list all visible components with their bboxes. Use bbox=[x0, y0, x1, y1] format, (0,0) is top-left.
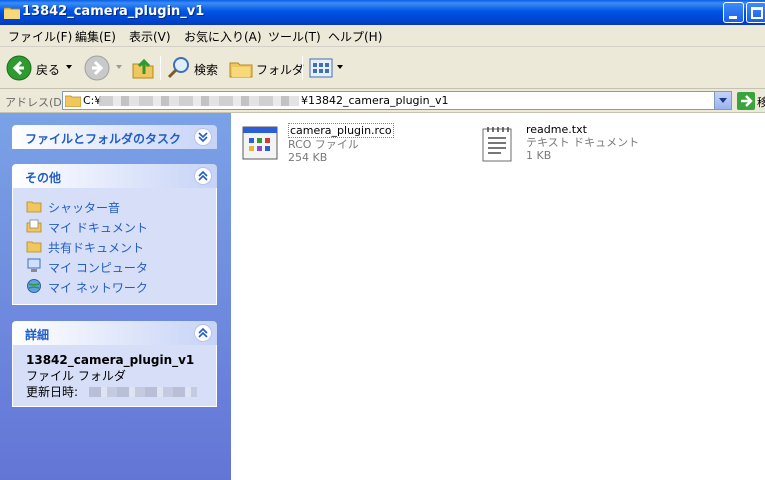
views-button[interactable] bbox=[308, 54, 344, 82]
menu-favorites[interactable]: お気に入り(A) bbox=[184, 28, 262, 45]
menu-file[interactable]: ファイル(F) bbox=[8, 28, 72, 45]
address-bar: アドレス(D) C:¥ ¥13842_camera_plugin_v1 移 bbox=[0, 89, 765, 113]
panel-title: ファイルとフォルダのタスク bbox=[25, 132, 182, 146]
folders-button[interactable]: フォルダ bbox=[228, 54, 304, 82]
back-label: 戻る bbox=[36, 63, 61, 77]
panel-body: シャッター音 マイ ドキュメント 共有ドキュメント マイ コンピュータ マイ ネ… bbox=[12, 188, 217, 305]
window-title: 13842_camera_plugin_v1 bbox=[22, 4, 205, 19]
file-name: camera_plugin.rco bbox=[288, 123, 394, 138]
file-size: 1 KB bbox=[526, 149, 552, 162]
app-file-icon bbox=[242, 126, 278, 160]
details-modified-label: 更新日時: bbox=[26, 385, 79, 399]
folders-label: フォルダ bbox=[256, 63, 305, 77]
details-type: ファイル フォルダ bbox=[26, 369, 126, 383]
go-label: 移 bbox=[757, 96, 765, 109]
file-type: テキスト ドキュメント bbox=[526, 136, 640, 149]
chevron-down-icon bbox=[116, 65, 122, 69]
collapse-chevron-icon[interactable] bbox=[194, 324, 212, 342]
address-path: ¥13842_camera_plugin_v1 bbox=[301, 94, 449, 107]
chevron-down-icon bbox=[66, 65, 72, 69]
panel-header[interactable]: ファイルとフォルダのタスク bbox=[12, 125, 217, 149]
menu-bar: ファイル(F) 編集(E) 表示(V) お気に入り(A) ツール(T) ヘルプ(… bbox=[0, 25, 765, 47]
redacted-path bbox=[99, 96, 299, 106]
collapse-chevron-icon[interactable] bbox=[194, 167, 212, 185]
folder-icon bbox=[4, 7, 20, 19]
file-list: camera_plugin.rco RCO ファイル 254 KB readme… bbox=[231, 113, 765, 480]
address-input[interactable]: C:¥ ¥13842_camera_plugin_v1 bbox=[62, 91, 732, 110]
folder-icon bbox=[65, 95, 81, 107]
forward-arrow-icon bbox=[84, 55, 110, 81]
panel-body: 13842_camera_plugin_v1 ファイル フォルダ 更新日時: bbox=[12, 345, 217, 407]
file-name: readme.txt bbox=[526, 123, 587, 136]
shared-folder-icon bbox=[26, 241, 42, 253]
link-label: マイ ドキュメント bbox=[48, 221, 148, 235]
file-type: RCO ファイル bbox=[288, 138, 359, 151]
file-item-camera-plugin[interactable]: camera_plugin.rco RCO ファイル 254 KB bbox=[241, 123, 441, 169]
address-dropdown-button[interactable] bbox=[714, 92, 731, 109]
my-computer-icon bbox=[27, 258, 41, 272]
toolbar-separator bbox=[160, 56, 161, 80]
toolbar: 戻る 検索 フォルダ bbox=[0, 47, 765, 89]
views-icon bbox=[309, 58, 333, 78]
search-label: 検索 bbox=[194, 63, 219, 77]
menu-help[interactable]: ヘルプ(H) bbox=[328, 28, 382, 45]
go-arrow-icon bbox=[741, 95, 753, 107]
file-size: 254 KB bbox=[288, 151, 328, 164]
other-places-panel: その他 シャッター音 マイ ドキュメント 共有ドキュメント マイ コンピュータ bbox=[12, 164, 217, 305]
search-button[interactable]: 検索 bbox=[166, 54, 222, 82]
link-label: マイ コンピュータ bbox=[48, 261, 148, 275]
go-button[interactable] bbox=[737, 92, 755, 110]
file-text: camera_plugin.rco RCO ファイル 254 KB bbox=[288, 123, 394, 164]
folders-icon bbox=[229, 62, 253, 78]
forward-button[interactable] bbox=[84, 54, 124, 82]
back-button[interactable]: 戻る bbox=[6, 54, 78, 82]
up-folder-button[interactable] bbox=[130, 54, 156, 82]
link-label: 共有ドキュメント bbox=[48, 241, 145, 255]
details-panel: 詳細 13842_camera_plugin_v1 ファイル フォルダ 更新日時… bbox=[12, 321, 217, 407]
folder-icon bbox=[26, 201, 42, 213]
chevron-down-icon bbox=[719, 98, 727, 103]
panel-header[interactable]: 詳細 bbox=[12, 321, 217, 345]
chevron-down-icon bbox=[337, 65, 343, 69]
expand-chevron-icon[interactable] bbox=[194, 128, 212, 146]
maximize-icon bbox=[751, 7, 763, 19]
minimize-icon bbox=[729, 16, 737, 19]
text-document-icon bbox=[482, 127, 512, 162]
back-arrow-icon bbox=[6, 55, 32, 81]
panel-title: 詳細 bbox=[25, 328, 50, 342]
my-documents-icon bbox=[26, 219, 42, 233]
file-folder-tasks-panel: ファイルとフォルダのタスク bbox=[12, 125, 217, 149]
toolbar-separator bbox=[302, 56, 303, 80]
network-globe-icon bbox=[27, 279, 41, 293]
redacted-date bbox=[89, 387, 197, 397]
link-label: マイ ネットワーク bbox=[48, 281, 148, 295]
file-item-readme[interactable]: readme.txt テキスト ドキュメント 1 KB bbox=[479, 123, 679, 169]
minimize-button[interactable] bbox=[723, 2, 744, 23]
maximize-button[interactable] bbox=[746, 2, 765, 23]
file-text: readme.txt テキスト ドキュメント 1 KB bbox=[526, 123, 639, 162]
up-folder-icon bbox=[132, 58, 154, 79]
link-label: シャッター音 bbox=[48, 201, 121, 215]
search-icon bbox=[167, 57, 189, 79]
menu-tools[interactable]: ツール(T) bbox=[268, 28, 321, 45]
panel-title: その他 bbox=[25, 171, 62, 185]
menu-edit[interactable]: 編集(E) bbox=[75, 28, 116, 45]
details-name: 13842_camera_plugin_v1 bbox=[26, 353, 195, 367]
address-label: アドレス(D) bbox=[5, 96, 67, 109]
title-bar[interactable]: 13842_camera_plugin_v1 bbox=[0, 0, 765, 25]
panel-header[interactable]: その他 bbox=[12, 164, 217, 188]
task-pane: ファイルとフォルダのタスク その他 シャッター音 マイ ドキュメント 共有ドキュ… bbox=[0, 113, 231, 480]
menu-view[interactable]: 表示(V) bbox=[129, 28, 171, 45]
